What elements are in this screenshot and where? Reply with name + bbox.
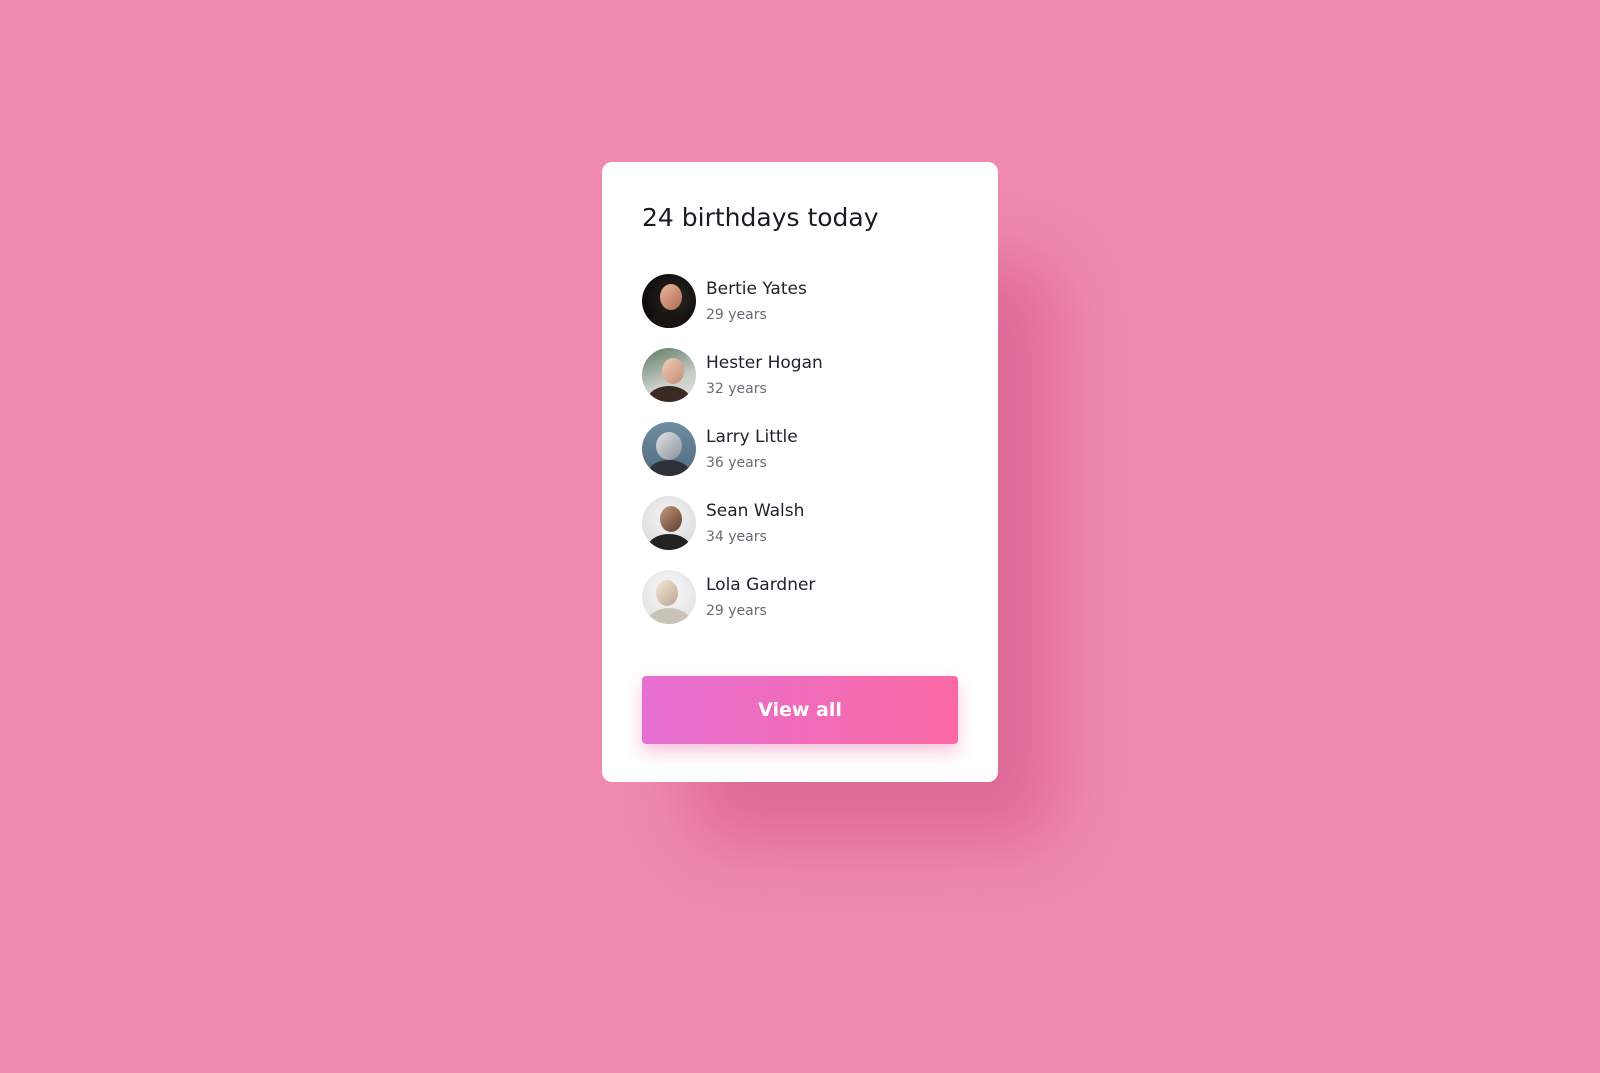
person-name: Hester Hogan [706,352,823,373]
person-name: Lola Gardner [706,574,816,595]
person-age: 34 years [706,528,767,545]
person-age: 36 years [706,454,767,471]
person-info: Larry Little 36 years [706,427,798,472]
list-item[interactable]: Hester Hogan 32 years [642,348,958,402]
person-info: Sean Walsh 34 years [706,501,804,546]
avatar [642,274,696,328]
avatar [642,496,696,550]
list-item[interactable]: Bertie Yates 29 years [642,274,958,328]
person-info: Lola Gardner 29 years [706,575,815,620]
birthday-list: Bertie Yates 29 years Hester Hogan 32 ye… [642,274,958,624]
person-name: Larry Little [706,426,798,447]
person-name: Sean Walsh [706,500,805,521]
list-item[interactable]: Sean Walsh 34 years [642,496,958,550]
person-name: Bertie Yates [706,278,807,299]
avatar [642,570,696,624]
person-info: Bertie Yates 29 years [706,279,807,324]
list-item[interactable]: Larry Little 36 years [642,422,958,476]
person-age: 29 years [706,602,767,619]
view-all-button[interactable]: View all [642,676,958,744]
page-background: { "card": { "title": "24 birthdays today… [0,0,1600,1073]
list-item[interactable]: Lola Gardner 29 years [642,570,958,624]
card-title: 24 birthdays today [642,203,879,232]
person-info: Hester Hogan 32 years [706,353,823,398]
person-age: 32 years [706,380,767,397]
person-age: 29 years [706,306,767,323]
birthday-card: 24 birthdays today Bertie Yates 29 years… [602,162,998,782]
avatar [642,348,696,402]
avatar [642,422,696,476]
